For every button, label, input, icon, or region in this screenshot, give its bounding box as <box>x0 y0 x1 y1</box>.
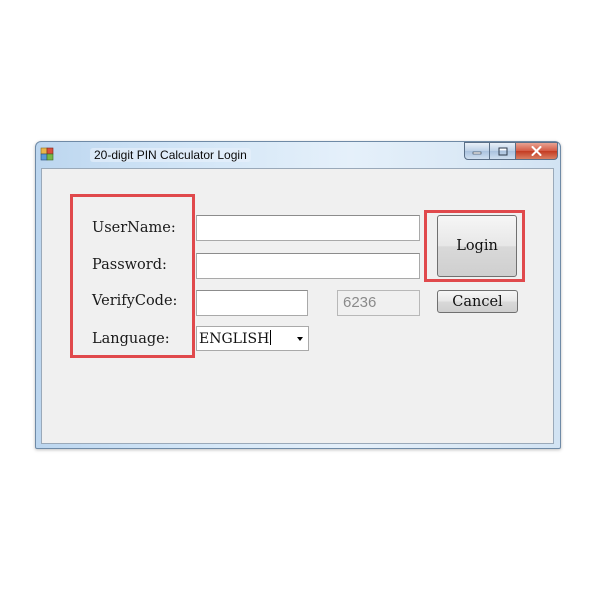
window-title: 20-digit PIN Calculator Login <box>90 148 251 162</box>
minimize-icon <box>472 151 482 155</box>
close-button[interactable] <box>516 142 558 160</box>
login-window: 20-digit PIN Calculator Login UserName: … <box>35 141 561 449</box>
username-label: UserName: <box>92 220 176 236</box>
text-caret <box>270 330 272 345</box>
maximize-icon <box>498 147 507 155</box>
form-area: UserName: Password: VerifyCode: Language… <box>41 168 554 444</box>
chevron-down-icon <box>297 337 303 341</box>
username-input[interactable] <box>196 215 420 241</box>
maximize-button[interactable] <box>490 142 516 160</box>
language-select-value: ENGLISH <box>199 331 270 347</box>
language-label: Language: <box>92 331 170 347</box>
verifycode-input[interactable] <box>196 290 308 316</box>
verifycode-label: VerifyCode: <box>92 293 178 309</box>
verify-code-value: 6236 <box>343 294 377 311</box>
close-icon <box>531 146 542 156</box>
verify-code-display: 6236 <box>337 290 420 316</box>
password-input[interactable] <box>196 253 420 279</box>
app-icon <box>40 147 54 161</box>
minimize-button[interactable] <box>464 142 490 160</box>
language-select[interactable]: ENGLISH <box>196 326 309 351</box>
title-bar[interactable]: 20-digit PIN Calculator Login <box>36 142 560 167</box>
cancel-button[interactable]: Cancel <box>437 290 518 313</box>
password-label: Password: <box>92 257 167 273</box>
language-select-display: ENGLISH <box>199 330 272 347</box>
login-button[interactable]: Login <box>437 215 517 277</box>
